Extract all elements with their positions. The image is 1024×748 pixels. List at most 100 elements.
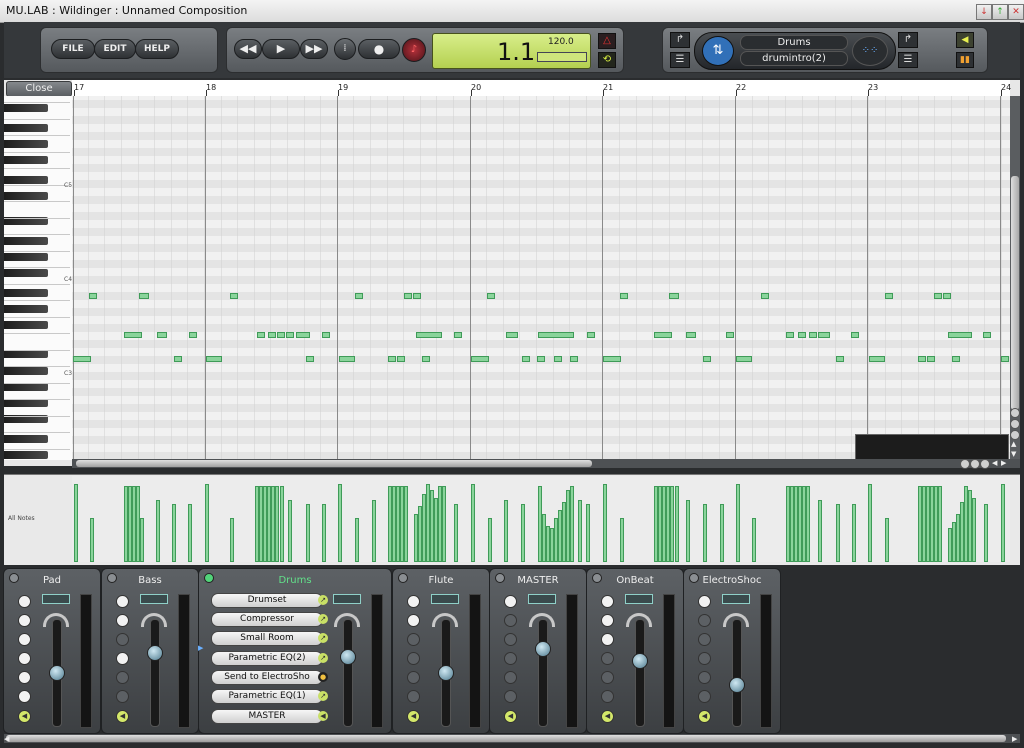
velocity-bar[interactable] bbox=[275, 486, 279, 562]
fx-slot[interactable]: Compressor ↗ bbox=[211, 612, 328, 627]
speaker-icon[interactable]: ◀ bbox=[698, 710, 711, 723]
help-button[interactable]: HELP bbox=[135, 39, 179, 59]
midi-note[interactable] bbox=[296, 332, 310, 338]
insert-slot-indicator[interactable] bbox=[601, 690, 614, 703]
midi-note[interactable] bbox=[603, 356, 621, 362]
insert-slot-indicator[interactable] bbox=[18, 690, 31, 703]
insert-slot-indicator[interactable] bbox=[407, 595, 420, 608]
midi-note[interactable] bbox=[522, 356, 530, 362]
insert-slot-indicator[interactable] bbox=[116, 595, 129, 608]
midi-note[interactable] bbox=[836, 356, 844, 362]
velocity-bar[interactable] bbox=[488, 518, 492, 562]
volume-fader-track[interactable] bbox=[732, 619, 742, 727]
speaker-icon[interactable]: ◀ bbox=[956, 32, 974, 48]
arrow-forward-icon[interactable]: ↱ bbox=[670, 32, 690, 48]
track-up-icon[interactable]: ⇅ bbox=[702, 36, 734, 66]
insert-slot-indicator[interactable] bbox=[698, 690, 711, 703]
output-slot[interactable]: MASTER ◀ bbox=[211, 709, 328, 724]
velocity-bar[interactable] bbox=[736, 484, 740, 562]
maximize-icon[interactable]: ↑ bbox=[992, 4, 1008, 20]
midi-note[interactable] bbox=[506, 332, 518, 338]
zoom-out-icon[interactable] bbox=[1010, 408, 1020, 418]
black-key[interactable] bbox=[4, 305, 48, 313]
midi-note[interactable] bbox=[620, 293, 628, 299]
pattern-dots-icon[interactable]: ⁘⁘ bbox=[852, 36, 888, 66]
velocity-bar[interactable] bbox=[620, 518, 624, 562]
file-button[interactable]: FILE bbox=[51, 39, 95, 59]
midi-note[interactable] bbox=[89, 293, 97, 299]
volume-fader-track[interactable] bbox=[538, 619, 548, 727]
scroll-right-icon[interactable]: ▶ bbox=[1001, 459, 1006, 467]
fx-arrow-icon[interactable]: ↗ bbox=[318, 595, 328, 605]
black-key[interactable] bbox=[4, 350, 48, 358]
scroll-left-icon[interactable]: ◀ bbox=[992, 459, 997, 467]
velocity-bar[interactable] bbox=[752, 518, 756, 562]
black-key[interactable] bbox=[4, 140, 48, 148]
insert-slot-indicator[interactable] bbox=[18, 595, 31, 608]
velocity-bar[interactable] bbox=[172, 504, 176, 562]
list-icon-2[interactable]: ☰ bbox=[898, 52, 918, 68]
velocity-bar[interactable] bbox=[140, 518, 144, 562]
velocity-bar[interactable] bbox=[703, 504, 707, 562]
velocity-bar[interactable] bbox=[322, 504, 326, 562]
velocity-bar[interactable] bbox=[230, 518, 234, 562]
velocity-bar[interactable] bbox=[504, 500, 508, 562]
velocity-bar[interactable] bbox=[338, 484, 342, 562]
midi-note[interactable] bbox=[818, 332, 830, 338]
velocity-bar[interactable] bbox=[885, 518, 889, 562]
velocity-bar[interactable] bbox=[720, 504, 724, 562]
black-key[interactable] bbox=[4, 451, 48, 459]
midi-note[interactable] bbox=[943, 293, 951, 299]
fx-arrow-icon[interactable]: ↗ bbox=[318, 633, 328, 643]
speaker-icon[interactable]: ◀ bbox=[18, 710, 31, 723]
volume-fader-knob[interactable] bbox=[632, 653, 648, 669]
h-zoom-out-icon[interactable] bbox=[960, 459, 970, 469]
speaker-icon[interactable]: ◀ bbox=[318, 711, 328, 721]
part-name[interactable]: drumintro(2) bbox=[740, 51, 848, 66]
midi-note[interactable] bbox=[174, 356, 182, 362]
insert-slot-indicator[interactable] bbox=[601, 595, 614, 608]
midi-note[interactable] bbox=[471, 356, 489, 362]
midi-note[interactable] bbox=[1001, 356, 1009, 362]
mixer-scroll-left-icon[interactable]: ◀ bbox=[4, 735, 9, 743]
midi-note[interactable] bbox=[686, 332, 696, 338]
midi-note[interactable] bbox=[669, 293, 679, 299]
insert-slot-indicator[interactable] bbox=[407, 690, 420, 703]
midi-note[interactable] bbox=[587, 332, 595, 338]
black-key[interactable] bbox=[4, 192, 48, 200]
velocity-bar[interactable] bbox=[806, 486, 810, 562]
insert-slot-indicator[interactable] bbox=[407, 652, 420, 665]
velocity-bar[interactable] bbox=[578, 500, 582, 562]
black-key[interactable] bbox=[4, 176, 48, 184]
rewind-icon[interactable]: ◀◀ bbox=[234, 39, 262, 59]
midi-note[interactable] bbox=[809, 332, 817, 338]
volume-fader-knob[interactable] bbox=[438, 665, 454, 681]
velocity-bar[interactable] bbox=[74, 484, 78, 562]
midi-note[interactable] bbox=[73, 356, 91, 362]
velocity-bar[interactable] bbox=[90, 518, 94, 562]
midi-note[interactable] bbox=[286, 332, 294, 338]
velocity-bar[interactable] bbox=[471, 484, 475, 562]
insert-slot-indicator[interactable] bbox=[18, 614, 31, 627]
velocity-bar[interactable] bbox=[372, 500, 376, 562]
volume-fader-knob[interactable] bbox=[147, 645, 163, 661]
black-key[interactable] bbox=[4, 289, 48, 297]
midi-note[interactable] bbox=[206, 356, 222, 362]
midi-note[interactable] bbox=[654, 332, 672, 338]
speaker-icon[interactable]: ◀ bbox=[504, 710, 517, 723]
fx-arrow-icon[interactable]: ↗ bbox=[318, 653, 328, 663]
midi-note[interactable] bbox=[918, 356, 926, 362]
velocity-bars[interactable] bbox=[72, 476, 1010, 562]
black-key[interactable] bbox=[4, 156, 48, 164]
speaker-icon[interactable]: ◀ bbox=[116, 710, 129, 723]
insert-slot-indicator[interactable] bbox=[504, 671, 517, 684]
insert-slot-indicator[interactable] bbox=[698, 633, 711, 646]
black-key[interactable] bbox=[4, 269, 48, 277]
fx-arrow-icon[interactable]: ↗ bbox=[318, 691, 328, 701]
midi-note[interactable] bbox=[786, 332, 794, 338]
record-icon[interactable]: ● bbox=[358, 39, 400, 59]
mixer-scroll-right-icon[interactable]: ▶ bbox=[1012, 735, 1017, 743]
insert-slot-indicator[interactable] bbox=[601, 633, 614, 646]
insert-slot-indicator[interactable] bbox=[601, 652, 614, 665]
midi-note[interactable] bbox=[339, 356, 355, 362]
